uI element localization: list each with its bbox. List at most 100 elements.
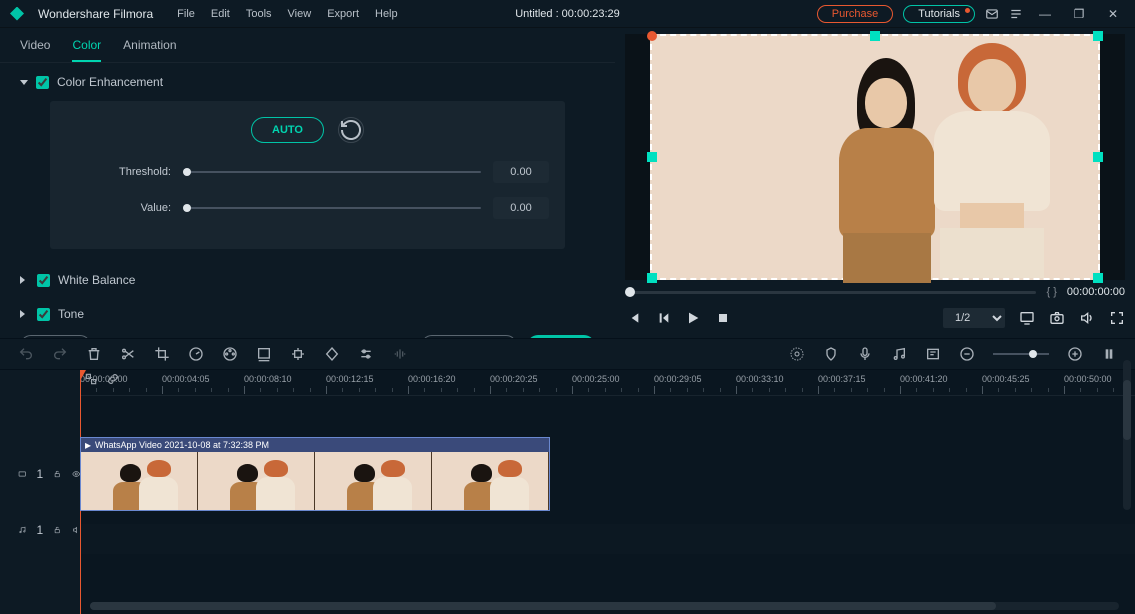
- preview-seekbar[interactable]: [625, 291, 1036, 294]
- close-button[interactable]: ✕: [1101, 7, 1125, 21]
- maximize-button[interactable]: ❐: [1067, 7, 1091, 21]
- menu-export[interactable]: Export: [327, 8, 359, 20]
- color-enhancement-checkbox[interactable]: [36, 76, 49, 89]
- title-bar: Wondershare Filmora File Edit Tools View…: [0, 0, 1135, 28]
- caret-down-icon[interactable]: [20, 80, 28, 85]
- horizontal-scrollbar[interactable]: [90, 602, 1119, 610]
- audio-wave-icon[interactable]: [392, 346, 408, 362]
- lock-icon[interactable]: [53, 523, 61, 537]
- section-color-enhancement[interactable]: Color Enhancement: [0, 63, 615, 97]
- ruler-tick: 00:00:29:05: [654, 374, 702, 384]
- marker-icon[interactable]: [823, 346, 839, 362]
- keyframe-icon[interactable]: [324, 346, 340, 362]
- voiceover-icon[interactable]: [857, 346, 873, 362]
- video-clip[interactable]: ▸ WhatsApp Video 2021-10-08 at 7:32:38 P…: [80, 437, 550, 511]
- resize-handle[interactable]: [1093, 152, 1103, 162]
- section-white-balance[interactable]: White Balance: [0, 261, 615, 295]
- threshold-value[interactable]: 0.00: [493, 161, 549, 183]
- color-icon[interactable]: [222, 346, 238, 362]
- preview-zoom-select[interactable]: 1/2: [943, 308, 1005, 328]
- section-tone[interactable]: Tone: [0, 295, 615, 329]
- audio-mix-icon[interactable]: [891, 346, 907, 362]
- resize-handle[interactable]: [870, 31, 880, 41]
- vertical-scrollbar[interactable]: [1123, 360, 1131, 510]
- adjust-icon[interactable]: [358, 346, 374, 362]
- motion-track-icon[interactable]: [290, 346, 306, 362]
- value-value[interactable]: 0.00: [493, 197, 549, 219]
- preview-canvas[interactable]: [650, 34, 1100, 280]
- video-track[interactable]: ▸ WhatsApp Video 2021-10-08 at 7:32:38 P…: [80, 434, 1135, 514]
- menu-file[interactable]: File: [177, 8, 195, 20]
- zoom-fit-icon[interactable]: [1101, 346, 1117, 362]
- caret-right-icon[interactable]: [20, 276, 29, 284]
- resize-handle[interactable]: [1093, 31, 1103, 41]
- video-track-icon: [18, 467, 26, 481]
- clip-title: WhatsApp Video 2021-10-08 at 7:32:38 PM: [95, 440, 269, 450]
- message-icon[interactable]: [985, 7, 999, 21]
- reset-rotate-icon[interactable]: [338, 117, 364, 143]
- inspector-tabs: Video Color Animation: [0, 28, 615, 63]
- inspector-panel: Video Color Animation Color Enhancement …: [0, 28, 615, 338]
- undo-icon[interactable]: [18, 346, 34, 362]
- menu-help[interactable]: Help: [375, 8, 398, 20]
- purchase-button[interactable]: Purchase: [817, 5, 893, 23]
- prev-frame-icon[interactable]: [625, 310, 641, 326]
- track-area[interactable]: 00:00:00:0000:00:04:0500:00:08:1000:00:1…: [80, 370, 1135, 614]
- white-balance-checkbox[interactable]: [37, 274, 50, 287]
- green-screen-icon[interactable]: [256, 346, 272, 362]
- zoom-out-icon[interactable]: [959, 346, 975, 362]
- split-icon[interactable]: [120, 346, 136, 362]
- zoom-in-icon[interactable]: [1067, 346, 1083, 362]
- tone-checkbox[interactable]: [37, 308, 50, 321]
- caret-right-icon[interactable]: [20, 310, 29, 318]
- speed-icon[interactable]: [188, 346, 204, 362]
- mute-icon[interactable]: [72, 523, 80, 537]
- settings-list-icon[interactable]: [1009, 7, 1023, 21]
- clip-thumbnails: [81, 452, 549, 511]
- tone-label: Tone: [58, 307, 84, 321]
- ruler-tick: 00:00:37:15: [818, 374, 866, 384]
- snapshot-icon[interactable]: [1049, 310, 1065, 326]
- eye-icon[interactable]: [72, 467, 80, 481]
- stop-icon[interactable]: [715, 310, 731, 326]
- ruler-tick: 00:00:25:00: [572, 374, 620, 384]
- lock-icon[interactable]: [53, 467, 61, 481]
- minimize-button[interactable]: —: [1033, 7, 1057, 21]
- resize-handle[interactable]: [647, 273, 657, 283]
- tab-video[interactable]: Video: [20, 38, 50, 62]
- value-slider[interactable]: [183, 207, 481, 209]
- menu-edit[interactable]: Edit: [211, 8, 230, 20]
- tutorials-button[interactable]: Tutorials: [903, 5, 975, 23]
- redo-icon[interactable]: [52, 346, 68, 362]
- audio-track[interactable]: [80, 524, 1135, 554]
- tab-color[interactable]: Color: [72, 38, 101, 62]
- ruler-tick: 00:00:08:10: [244, 374, 292, 384]
- threshold-slider[interactable]: [183, 171, 481, 173]
- menu-tools[interactable]: Tools: [246, 8, 272, 20]
- rotate-handle[interactable]: [647, 31, 657, 41]
- marker-braces[interactable]: { }: [1046, 286, 1056, 298]
- tab-animation[interactable]: Animation: [123, 38, 176, 62]
- color-enhancement-label: Color Enhancement: [57, 75, 163, 89]
- ruler-tick: 00:00:00:00: [80, 374, 128, 384]
- crop-icon[interactable]: [154, 346, 170, 362]
- step-back-icon[interactable]: [655, 310, 671, 326]
- video-track-header: 1: [0, 434, 80, 514]
- auto-button[interactable]: AUTO: [251, 117, 324, 143]
- track-headers: 1 1: [0, 370, 80, 614]
- render-icon[interactable]: [789, 346, 805, 362]
- resize-handle[interactable]: [647, 152, 657, 162]
- resize-handle[interactable]: [1093, 273, 1103, 283]
- preview-canvas-wrap: [625, 34, 1125, 280]
- volume-icon[interactable]: [1079, 310, 1095, 326]
- app-logo-icon: [10, 7, 24, 21]
- menu-view[interactable]: View: [288, 8, 312, 20]
- app-name: Wondershare Filmora: [38, 7, 153, 21]
- delete-icon[interactable]: [86, 346, 102, 362]
- play-icon[interactable]: [685, 310, 701, 326]
- fullscreen-icon[interactable]: [1109, 310, 1125, 326]
- timeline-zoom-slider[interactable]: [993, 353, 1049, 355]
- markers-panel-icon[interactable]: [925, 346, 941, 362]
- time-ruler[interactable]: 00:00:00:0000:00:04:0500:00:08:1000:00:1…: [80, 370, 1135, 396]
- display-icon[interactable]: [1019, 310, 1035, 326]
